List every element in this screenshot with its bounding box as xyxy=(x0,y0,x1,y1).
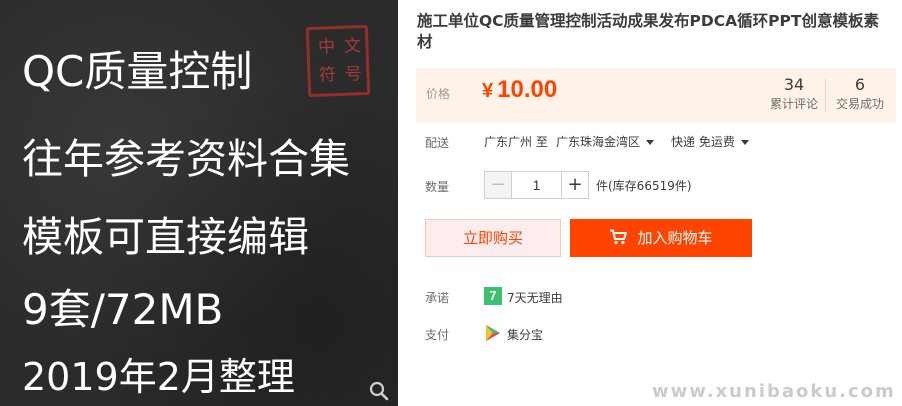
payment-text: 集分宝 xyxy=(507,328,544,342)
chevron-down-icon xyxy=(740,140,749,145)
quantity-decrease-button[interactable]: − xyxy=(484,171,512,199)
add-to-cart-button[interactable]: 加入购物车 xyxy=(570,219,752,257)
promo-line-3: 模板可直接编辑 xyxy=(22,213,309,261)
ship-to-select[interactable]: 广东珠海金湾区 xyxy=(556,133,655,150)
reviews-label: 累计评论 xyxy=(769,97,818,111)
promo-line-1: QC质量控制 xyxy=(22,47,253,96)
quantity-label: 数量 xyxy=(425,180,450,194)
reviews-count: 34 xyxy=(783,75,805,94)
quantity-stepper: − + xyxy=(484,171,590,199)
sales-stat: 6 交易成功 xyxy=(830,75,890,113)
price-value: ¥10.00 xyxy=(482,76,557,104)
ship-to-text: 广东珠海金湾区 xyxy=(556,135,641,149)
price-label: 价格 xyxy=(426,87,451,101)
chevron-down-icon xyxy=(646,140,655,145)
quantity-input[interactable] xyxy=(511,171,562,199)
promo-line-4: 9套/72MB xyxy=(22,285,224,334)
promise-label: 承诺 xyxy=(425,291,450,305)
price-amount: 10.00 xyxy=(497,76,558,103)
promo-line-2: 往年参考资料合集 xyxy=(22,135,350,183)
jifenbao-icon xyxy=(486,325,500,341)
reviews-stat[interactable]: 34 累计评论 xyxy=(766,75,822,113)
product-image[interactable]: QC质量控制 中文符号 往年参考资料合集 模板可直接编辑 9套/72MB 201… xyxy=(0,0,398,406)
add-to-cart-label: 加入购物车 xyxy=(637,229,713,247)
sales-count: 6 xyxy=(854,75,866,94)
shipping-method-text: 快递 免运费 xyxy=(671,135,735,149)
price-box: 价格 ¥10.00 34 累计评论 6 交易成功 xyxy=(416,68,896,123)
shipping-method-select[interactable]: 快递 免运费 xyxy=(671,133,749,150)
sales-label: 交易成功 xyxy=(835,97,884,111)
cart-icon xyxy=(610,229,628,245)
promise-text[interactable]: 7天无理由 xyxy=(507,289,563,306)
site-watermark: www.xunibaoku.com xyxy=(652,381,896,402)
stock-text: 件(库存66519件) xyxy=(596,179,692,193)
quantity-increase-button[interactable]: + xyxy=(561,171,589,199)
payment-label: 支付 xyxy=(425,328,450,342)
promo-line-5: 2019年2月整理 xyxy=(22,355,295,399)
seven-day-return-icon: 7 xyxy=(484,287,502,305)
buy-now-button[interactable]: 立即购买 xyxy=(425,219,561,257)
ship-from: 广东广州 至 xyxy=(484,135,548,149)
magnifier-icon[interactable] xyxy=(368,380,390,402)
shipping-label: 配送 xyxy=(425,136,450,150)
product-title: 施工单位QC质量管理控制活动成果发布PDCA循环PPT创意模板素材 xyxy=(417,12,879,51)
seal-stamp-graphic: 中文符号 xyxy=(305,24,371,98)
currency-symbol: ¥ xyxy=(482,80,494,102)
stat-divider xyxy=(825,78,826,112)
